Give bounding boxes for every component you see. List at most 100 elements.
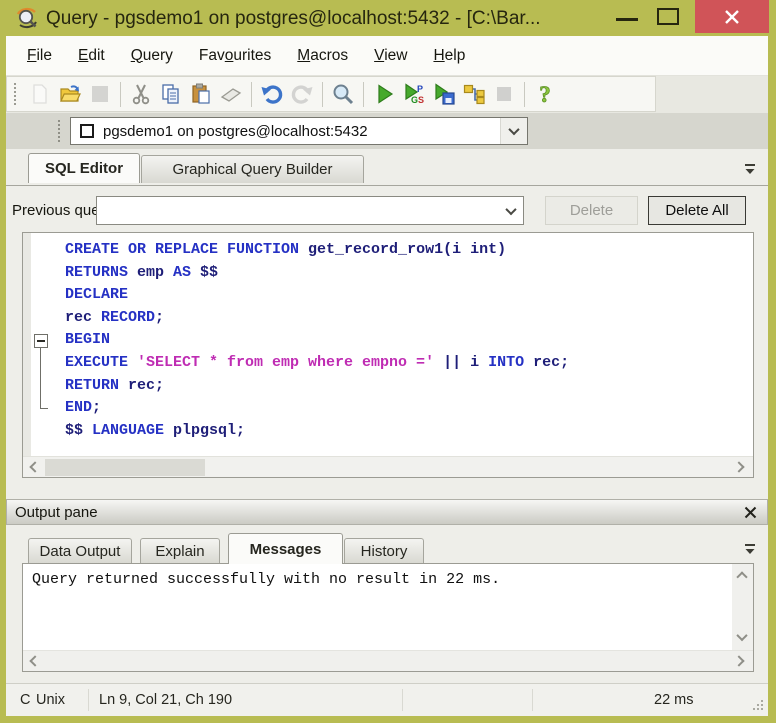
toolbar-execute-pgscript[interactable]: P G S <box>399 79 429 109</box>
tab-data-output[interactable]: Data Output <box>28 538 132 563</box>
toolbar-redo[interactable] <box>287 79 317 109</box>
toolbar: P G S <box>6 76 656 112</box>
connection-label: pgsdemo1 on postgres@localhost:5432 <box>103 123 500 140</box>
menu-macros[interactable]: Macros <box>284 36 361 76</box>
copy-icon <box>159 82 183 106</box>
svg-text:?: ? <box>539 82 551 106</box>
menu-help[interactable]: Help <box>420 36 478 76</box>
toolbar-copy[interactable] <box>156 79 186 109</box>
editor-hscroll-thumb[interactable] <box>45 459 205 476</box>
menu-query[interactable]: Query <box>118 36 186 76</box>
menu-view[interactable]: View <box>361 36 420 76</box>
toolbar-grip[interactable] <box>14 83 18 105</box>
fold-margin <box>23 233 31 456</box>
fold-line-end <box>40 408 48 409</box>
toolbar-paste[interactable] <box>186 79 216 109</box>
window-border-bottom <box>0 716 776 723</box>
execute-pgscript-icon: P G S <box>402 82 426 106</box>
minimize-button[interactable] <box>616 18 638 21</box>
tab-graphical-query-builder[interactable]: Graphical Query Builder <box>141 155 364 183</box>
menu-favourites[interactable]: Favourites <box>186 36 284 76</box>
toolbar-separator <box>363 82 364 107</box>
eraser-icon <box>219 82 243 106</box>
svg-text:G: G <box>411 95 418 105</box>
scroll-up-icon[interactable] <box>736 571 747 582</box>
tab-sql-editor[interactable]: SQL Editor <box>28 153 140 183</box>
main-area: SQL Editor Graphical Query Builder Previ… <box>6 149 768 683</box>
fold-line <box>40 348 41 408</box>
toolbar-new-file[interactable] <box>25 79 55 109</box>
toolbar-separator <box>524 82 525 107</box>
undo-icon <box>260 82 284 106</box>
output-pane-close-button[interactable] <box>742 504 758 520</box>
messages-vscrollbar[interactable] <box>732 564 753 650</box>
output-pane-header[interactable]: Output pane <box>6 499 768 525</box>
explain-icon <box>462 82 486 106</box>
status-separator <box>532 689 533 711</box>
app-icon <box>15 6 39 30</box>
fold-collapse-icon[interactable] <box>34 334 48 348</box>
editor-hscrollbar[interactable] <box>23 456 753 477</box>
connection-combobox[interactable]: pgsdemo1 on postgres@localhost:5432 <box>70 117 528 145</box>
execute-to-file-icon <box>432 82 456 106</box>
toolbar-help[interactable]: ? <box>530 79 560 109</box>
sql-code[interactable]: CREATE OR REPLACE FUNCTION get_record_ro… <box>65 239 569 442</box>
menu-bar: File Edit Query Favourites Macros View H… <box>6 36 768 76</box>
chevron-down-icon <box>508 124 519 135</box>
toolbar-cut[interactable] <box>126 79 156 109</box>
menu-file[interactable]: File <box>14 36 65 76</box>
messages-hscrollbar[interactable] <box>23 650 753 671</box>
toolbar-explain-query[interactable] <box>459 79 489 109</box>
tab-messages[interactable]: Messages <box>228 533 343 564</box>
tab-list-button[interactable] <box>742 161 758 177</box>
new-file-icon <box>28 82 52 106</box>
connection-dropdown-button[interactable] <box>500 118 527 144</box>
redo-icon <box>290 82 314 106</box>
toolbar-separator <box>251 82 252 107</box>
tab-explain[interactable]: Explain <box>140 538 220 563</box>
close-icon <box>744 506 757 519</box>
output-pane-title: Output pane <box>15 504 742 521</box>
previous-queries-value <box>97 197 498 224</box>
title-bar[interactable]: Query - pgsdemo1 on postgres@localhost:5… <box>0 0 776 36</box>
scroll-down-icon[interactable] <box>736 630 747 641</box>
toolbar-open-file[interactable] <box>55 79 85 109</box>
scroll-right-icon[interactable] <box>733 461 744 472</box>
connection-grip[interactable] <box>58 120 62 142</box>
svg-text:S: S <box>418 95 424 105</box>
close-icon <box>724 9 740 25</box>
toolbar-find[interactable] <box>328 79 358 109</box>
delete-all-button[interactable]: Delete All <box>648 196 746 225</box>
toolbar-clear-window[interactable] <box>216 79 246 109</box>
scroll-left-icon[interactable] <box>29 655 40 666</box>
status-bar: C Unix Ln 9, Col 21, Ch 190 22 ms <box>6 683 768 716</box>
status-query-time: 22 ms <box>654 684 694 717</box>
toolbar-execute-to-file[interactable] <box>429 79 459 109</box>
tab-overflow-icon <box>742 541 758 557</box>
toolbar-execute-query[interactable] <box>369 79 399 109</box>
scroll-right-icon[interactable] <box>733 655 744 666</box>
sql-editor[interactable]: CREATE OR REPLACE FUNCTION get_record_ro… <box>22 232 754 478</box>
tab-history[interactable]: History <box>344 538 424 563</box>
status-separator <box>402 689 403 711</box>
status-insert-mode: C <box>20 684 30 717</box>
close-button[interactable] <box>695 0 769 33</box>
previous-queries-combobox[interactable] <box>96 196 524 225</box>
toolbar-cancel-query[interactable] <box>489 79 519 109</box>
connection-checkbox[interactable] <box>80 124 94 138</box>
previous-queries-dropdown-button[interactable] <box>498 197 523 224</box>
scroll-left-icon[interactable] <box>29 461 40 472</box>
delete-button[interactable]: Delete <box>545 196 638 225</box>
output-tab-list-button[interactable] <box>742 541 758 557</box>
chevron-down-icon <box>505 203 516 214</box>
toolbar-save[interactable] <box>85 79 115 109</box>
stop-icon <box>492 82 516 106</box>
menu-edit[interactable]: Edit <box>65 36 118 76</box>
messages-text[interactable]: Query returned successfully with no resu… <box>23 564 732 650</box>
svg-text:P: P <box>417 84 423 94</box>
paste-icon <box>189 82 213 106</box>
maximize-button[interactable] <box>657 8 679 25</box>
help-icon: ? <box>533 82 557 106</box>
resize-grip[interactable] <box>753 700 763 710</box>
toolbar-undo[interactable] <box>257 79 287 109</box>
